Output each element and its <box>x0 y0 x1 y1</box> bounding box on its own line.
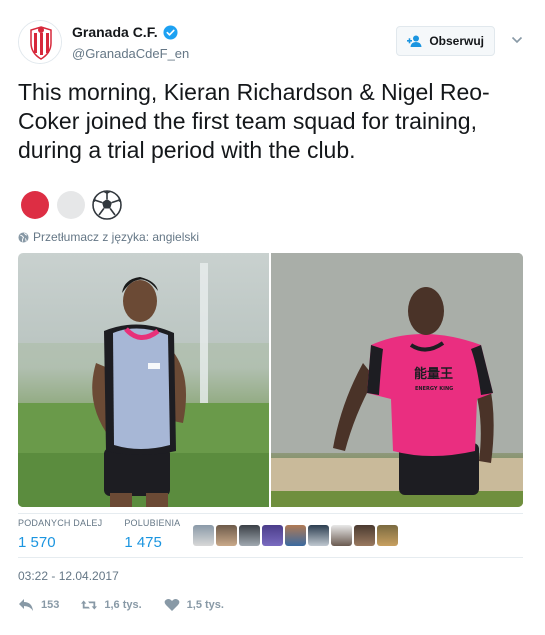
retweet-count: 1,6 tys. <box>104 599 142 611</box>
liker-avatar[interactable] <box>377 525 398 546</box>
follow-button[interactable]: Obserwuj <box>396 26 495 56</box>
media-grid[interactable]: 能量王 ENERGY KING <box>18 253 523 507</box>
liker-avatar[interactable] <box>262 525 283 546</box>
retweets-stat[interactable]: PODANYCH DALEJ 1 570 <box>18 518 102 551</box>
liker-avatar[interactable] <box>216 525 237 546</box>
account-handle[interactable]: @GranadaCdeF_en <box>72 46 189 61</box>
white-circle-icon <box>57 191 85 219</box>
jersey-sponsor-subtext: ENERGY KING <box>415 386 453 392</box>
photo-player-blue-bib[interactable] <box>18 253 269 507</box>
follow-button-label: Obserwuj <box>429 34 484 48</box>
reply-button[interactable]: 153 <box>18 598 59 612</box>
player-in-blue-bib-image <box>18 263 269 507</box>
liker-avatar[interactable] <box>239 525 260 546</box>
translate-label[interactable]: Przetłumacz z języka: angielski <box>33 230 199 244</box>
tweet-header: Granada C.F. @GranadaCdeF_en Obserwuj <box>18 18 527 70</box>
jersey-sponsor-text: 能量王 <box>414 366 453 382</box>
like-button[interactable]: 1,5 tys. <box>164 598 224 612</box>
divider-bottom <box>18 557 523 558</box>
liker-avatar[interactable] <box>354 525 375 546</box>
add-user-icon <box>407 35 422 47</box>
reply-icon <box>19 599 33 611</box>
account-avatar[interactable] <box>18 20 62 64</box>
divider-top <box>18 513 523 514</box>
translate-link[interactable]: Przetłumacz z języka: angielski <box>18 230 199 244</box>
display-name[interactable]: Granada C.F. <box>72 24 178 40</box>
photo-player-pink-shirt[interactable]: 能量王 ENERGY KING <box>271 253 523 507</box>
liker-avatar[interactable] <box>285 525 306 546</box>
like-count: 1,5 tys. <box>186 599 224 611</box>
red-circle-icon <box>21 191 49 219</box>
likes-stat[interactable]: POLUBIENIA 1 475 <box>124 518 180 551</box>
engagement-stats: PODANYCH DALEJ 1 570 POLUBIENIA 1 475 <box>18 518 180 551</box>
emoji-row <box>20 190 122 220</box>
liker-avatar[interactable] <box>193 525 214 546</box>
liker-avatar[interactable] <box>308 525 329 546</box>
retweet-icon <box>81 600 98 610</box>
display-name-text[interactable]: Granada C.F. <box>72 24 158 40</box>
likes-label: POLUBIENIA <box>124 518 181 528</box>
liker-avatar[interactable] <box>331 525 352 546</box>
likes-value[interactable]: 1 475 <box>124 534 180 551</box>
heart-icon <box>164 599 180 611</box>
account-names[interactable]: Granada C.F. @GranadaCdeF_en <box>72 24 189 61</box>
tweet-text: This morning, Kieran Richardson & Nigel … <box>18 79 490 163</box>
retweet-button[interactable]: 1,6 tys. <box>81 598 142 612</box>
liker-avatars <box>193 525 398 546</box>
soccer-ball-icon <box>92 190 122 220</box>
reply-count: 153 <box>41 599 60 611</box>
granada-crest-icon <box>19 21 61 63</box>
tweet-actions: 153 1,6 tys. 1,5 tys. <box>18 598 246 612</box>
globe-icon <box>18 231 29 243</box>
retweets-value[interactable]: 1 570 <box>18 534 102 551</box>
verified-badge-icon <box>163 24 178 40</box>
chevron-down-icon[interactable] <box>511 34 523 46</box>
retweets-label: PODANYCH DALEJ <box>18 518 103 528</box>
tweet-timestamp[interactable]: 03:22 - 12.04.2017 <box>18 569 119 583</box>
player-in-pink-shirt-image: 能量王 ENERGY KING <box>271 253 523 507</box>
